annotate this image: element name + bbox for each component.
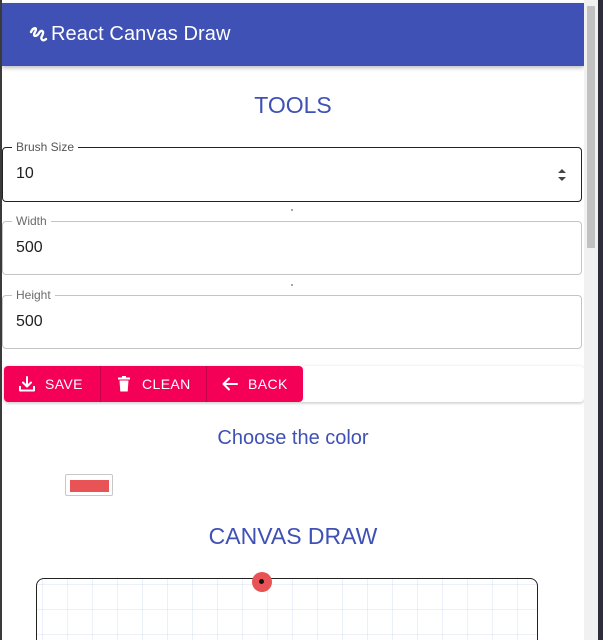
app-title: React Canvas Draw <box>51 23 231 45</box>
back-label: BACK <box>248 376 288 392</box>
window-edge <box>598 0 603 640</box>
width-field[interactable]: Width 500 <box>2 214 582 275</box>
number-spinner-icon[interactable] <box>557 167 567 183</box>
clean-label: CLEAN <box>142 376 191 392</box>
back-button[interactable]: BACK <box>206 366 303 402</box>
drawing-canvas[interactable] <box>36 578 538 640</box>
app-viewport: React Canvas Draw TOOLS Brush Size 10 Wi… <box>2 0 584 640</box>
height-value[interactable]: 500 <box>16 313 43 331</box>
divider-dot <box>291 209 293 211</box>
width-value[interactable]: 500 <box>16 239 43 257</box>
scribble-icon <box>27 24 49 46</box>
selected-color-fill <box>70 480 109 492</box>
arrow-left-icon <box>221 375 239 393</box>
app-bar: React Canvas Draw <box>2 3 584 66</box>
scrollbar-thumb[interactable] <box>587 6 595 248</box>
divider-dot <box>291 284 293 286</box>
trash-icon <box>115 375 133 393</box>
tools-heading: TOOLS <box>254 92 332 118</box>
brush-size-value[interactable]: 10 <box>16 165 34 183</box>
clean-button[interactable]: CLEAN <box>100 366 206 402</box>
brush-cursor-center <box>259 579 264 584</box>
brush-size-label: Brush Size <box>12 140 79 154</box>
save-button[interactable]: SAVE <box>4 366 100 402</box>
brush-size-field[interactable]: Brush Size 10 <box>2 140 582 202</box>
vertical-scrollbar[interactable] <box>584 0 598 640</box>
save-label: SAVE <box>45 376 83 392</box>
width-label: Width <box>12 214 51 228</box>
height-label: Height <box>12 288 55 302</box>
canvas-heading: CANVAS DRAW <box>208 523 378 549</box>
color-heading: Choose the color <box>217 427 369 449</box>
action-button-group: SAVE CLEAN BACK <box>4 366 303 402</box>
height-field[interactable]: Height 500 <box>2 288 582 349</box>
color-swatch[interactable] <box>65 474 113 496</box>
download-icon <box>18 375 36 393</box>
